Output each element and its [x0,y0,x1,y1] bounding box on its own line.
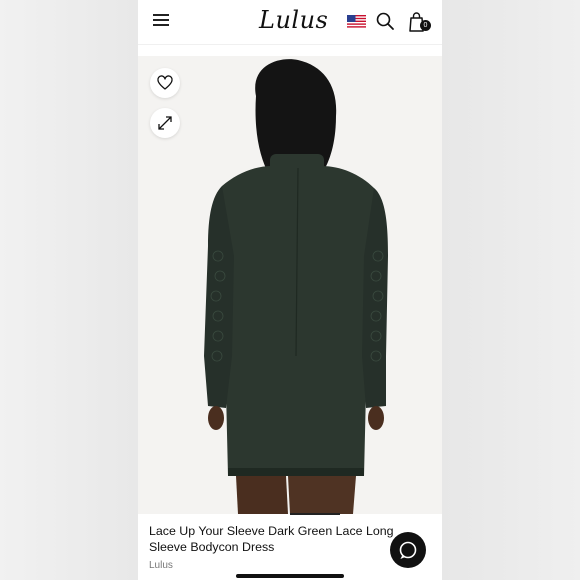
favorite-button[interactable] [150,68,180,98]
product-title: Lace Up Your Sleeve Dark Green Lace Long… [149,524,394,554]
carousel-indicator [290,513,340,515]
logo[interactable]: Lulus [259,4,328,36]
expand-image-button[interactable] [150,108,180,138]
model-photo [138,56,442,514]
chat-button[interactable] [390,532,426,568]
heart-icon [157,75,173,90]
product-image[interactable] [138,56,442,514]
menu-icon[interactable] [153,14,169,26]
background-right [442,0,580,580]
phone-screen: Lulus 0 Lace Up Your Sleeve Dark Green L… [138,0,442,580]
search-icon[interactable] [375,11,395,31]
home-indicator [236,574,344,578]
top-navigation-bar: Lulus 0 [138,0,442,44]
expand-icon [158,116,172,130]
chat-icon [399,541,417,559]
product-info: Lace Up Your Sleeve Dark Green Lace Long… [138,516,442,580]
background-left [0,0,138,580]
us-flag-icon[interactable] [347,15,366,29]
cart-count-badge: 0 [420,20,431,31]
product-brand[interactable]: Lulus [149,560,173,571]
header-divider [138,44,442,45]
